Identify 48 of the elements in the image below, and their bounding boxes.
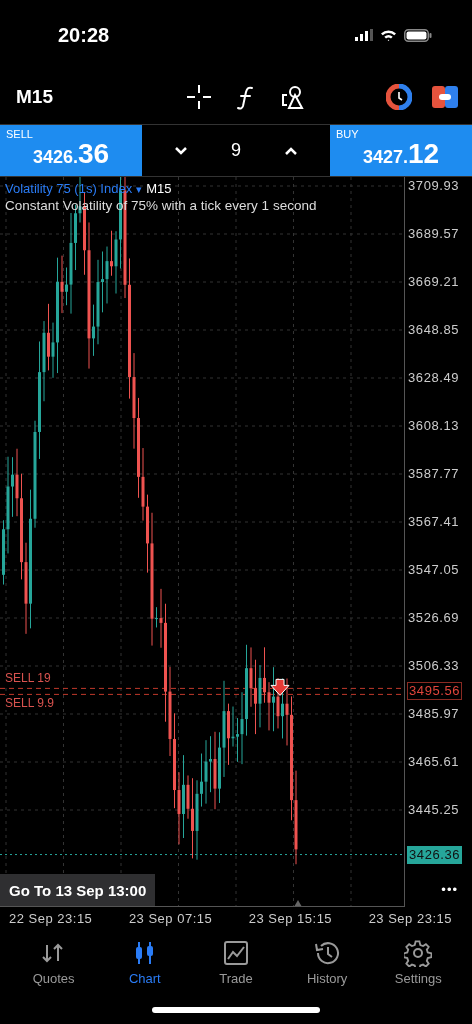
line-chart-icon (221, 938, 250, 967)
price-label: 3669.21 (408, 273, 460, 291)
go-to-button[interactable]: Go To 13 Sep 13:00 (0, 874, 156, 906)
clock-icon[interactable] (386, 84, 412, 110)
timeframe-button[interactable]: M15 (16, 86, 166, 108)
more-button[interactable]: ••• (441, 882, 458, 897)
tab[interactable]: Chart (109, 938, 180, 986)
volume-value[interactable]: 9 (231, 140, 241, 161)
home-indicator[interactable] (152, 1006, 320, 1013)
status-time: 20:28 (58, 23, 110, 47)
tab[interactable]: Trade (200, 938, 271, 986)
price-label: 3608.13 (408, 417, 460, 435)
chevron-up-icon[interactable] (284, 145, 299, 156)
dropdown-caret-icon[interactable]: ▾ (136, 183, 143, 196)
battery-icon (404, 28, 432, 42)
time-label: 22 Sep 23:15 (9, 910, 93, 926)
price-label: 3689.57 (408, 225, 460, 243)
price-label: 3648.85 (408, 321, 460, 339)
order-price-label: 3495.56 (407, 682, 463, 701)
order-label: SELL 19 (3, 671, 53, 686)
price-label: 3465.61 (408, 753, 460, 771)
tab[interactable]: Quotes (18, 938, 89, 986)
tab[interactable]: History (292, 938, 363, 986)
order-label: SELL 9.9 (3, 696, 56, 711)
wifi-icon (380, 29, 397, 41)
sell-arrow-icon (270, 678, 290, 696)
signal-icon (355, 29, 373, 41)
price-label: 3587.77 (408, 465, 460, 483)
tab[interactable]: Settings (383, 938, 454, 986)
price-label: 3628.49 (408, 369, 460, 387)
time-label: 23 Sep 15:15 (248, 910, 333, 926)
price-label: 3567.41 (408, 513, 460, 531)
toggle-icon[interactable] (432, 86, 458, 108)
price-label: 3547.05 (408, 561, 460, 579)
price-label: 3526.69 (408, 609, 460, 627)
price-label: 3445.25 (408, 801, 460, 819)
price-label: 3506.33 (408, 657, 460, 675)
chart-timeframe: M15 (146, 181, 172, 196)
marker-triangle-icon (294, 900, 302, 906)
time-label: 23 Sep 23:15 (368, 910, 452, 926)
current-price-label: 3426.36 (407, 845, 463, 864)
settings-icon (404, 938, 433, 967)
shapes-icon[interactable] (280, 84, 306, 110)
price-label: 3485.97 (408, 705, 460, 723)
chevron-down-icon[interactable] (173, 145, 188, 156)
price-label: 3709.93 (408, 177, 460, 195)
time-label: 23 Sep 07:15 (128, 910, 213, 926)
crosshair-icon[interactable] (186, 84, 212, 110)
